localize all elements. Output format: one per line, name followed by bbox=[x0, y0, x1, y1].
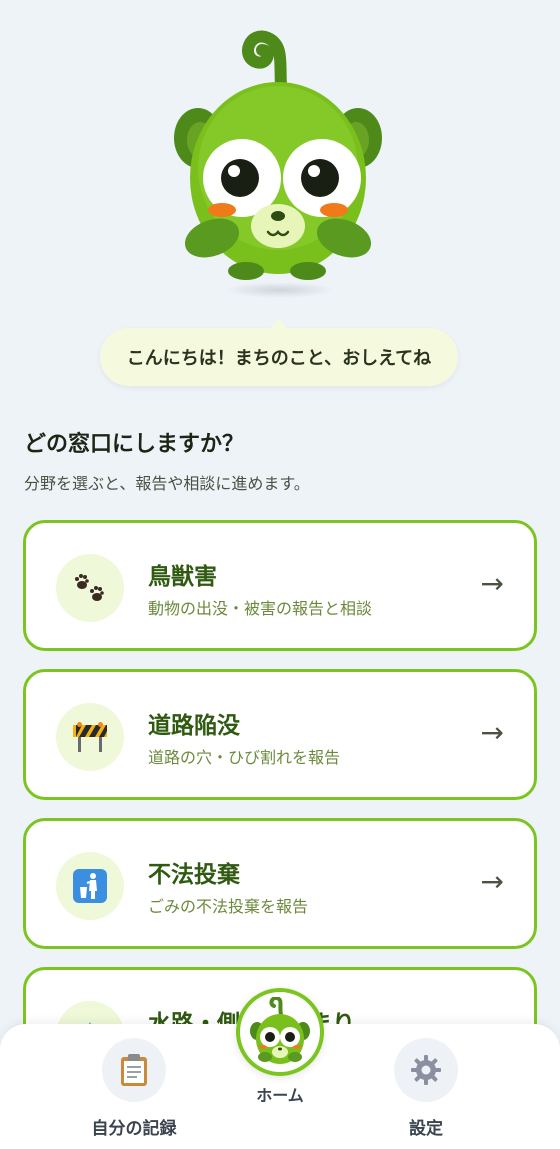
home-screen: こんにちは！まちのこと、おしえてね どの窓口にしますか？ 分野を選ぶと、報告や相… bbox=[0, 0, 560, 1149]
nav-settings-label: 設定 bbox=[409, 1119, 443, 1139]
mascot-speech-bubble: こんにちは！まちのこと、おしえてね bbox=[100, 319, 458, 386]
nav-records[interactable]: 自分の記録 bbox=[74, 1038, 194, 1139]
mascot bbox=[160, 28, 400, 308]
bubble-text: こんにちは！まちのこと、おしえてね bbox=[126, 348, 432, 369]
category-description: 道路の穴・ひび割れを報告 bbox=[148, 748, 341, 767]
nav-settings[interactable]: 設定 bbox=[366, 1038, 486, 1139]
gear-icon bbox=[394, 1038, 458, 1102]
arrow-right-icon: → bbox=[480, 716, 504, 749]
category-card-road[interactable]: 道路陥没 道路の穴・ひび割れを報告 → bbox=[23, 669, 537, 800]
arrow-right-icon: → bbox=[480, 865, 504, 898]
monkey-mascot-icon bbox=[174, 30, 382, 280]
monkey-home-icon bbox=[250, 997, 310, 1064]
clipboard-icon bbox=[102, 1038, 166, 1102]
section-subtitle: 分野を選ぶと、報告や相談に進めます。 bbox=[24, 474, 310, 493]
nav-home-label: ホーム bbox=[256, 1086, 304, 1105]
nav-records-label: 自分の記録 bbox=[91, 1119, 177, 1139]
category-card-wildlife[interactable]: 鳥獣害 動物の出没・被害の報告と相談 → bbox=[23, 520, 537, 651]
category-title: 不法投棄 bbox=[148, 862, 240, 888]
section-title: どの窓口にしますか？ bbox=[24, 432, 245, 457]
category-description: 動物の出没・被害の報告と相談 bbox=[148, 599, 373, 618]
category-title: 鳥獣害 bbox=[148, 564, 217, 590]
home-button[interactable] bbox=[236, 988, 324, 1076]
paw-prints-icon bbox=[56, 554, 124, 622]
category-title: 道路陥没 bbox=[148, 713, 240, 739]
category-description: ごみの不法投棄を報告 bbox=[148, 897, 309, 916]
category-card-dumping[interactable]: 不法投棄 ごみの不法投棄を報告 → bbox=[23, 818, 537, 949]
litter-bin-icon bbox=[56, 852, 124, 920]
road-barrier-icon bbox=[56, 703, 124, 771]
arrow-right-icon: → bbox=[480, 567, 504, 600]
